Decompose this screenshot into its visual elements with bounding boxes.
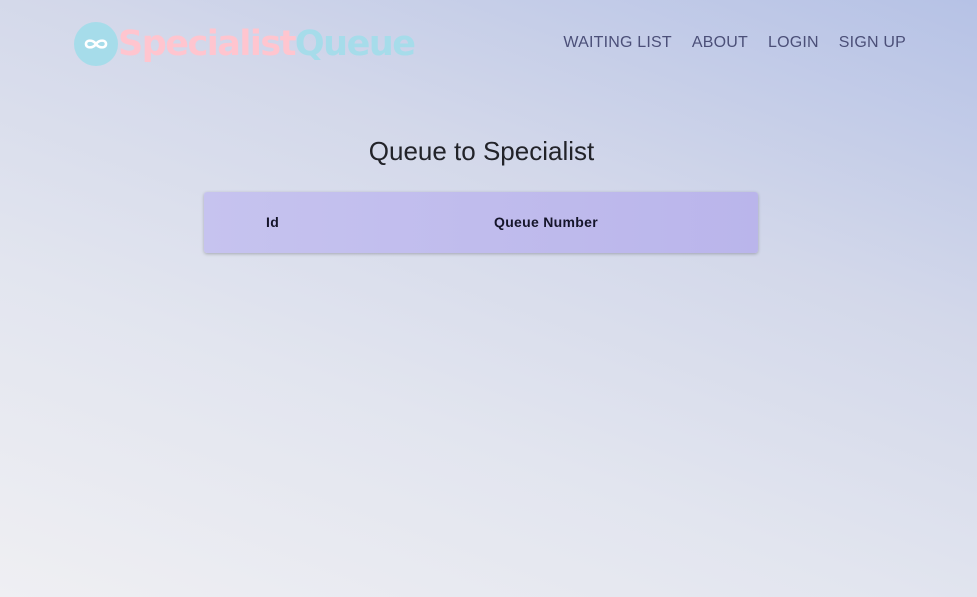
brand-name-specialist: Specialist xyxy=(118,24,296,64)
navbar: SpecialistQueue WAITING LIST ABOUT LOGIN… xyxy=(0,0,977,88)
page-title: Queue to Specialist xyxy=(368,136,595,166)
brand-name-queue: Queue xyxy=(294,24,416,64)
nav-links: WAITING LIST ABOUT LOGIN SIGN UP xyxy=(563,34,906,52)
column-header-id[interactable]: Id xyxy=(266,214,279,230)
brand-logo-link[interactable]: SpecialistQueue xyxy=(74,22,416,66)
column-header-queue-number[interactable]: Queue Number xyxy=(494,214,598,230)
logo-badge xyxy=(74,22,118,66)
infinity-icon xyxy=(84,39,108,49)
nav-sign-up[interactable]: SIGN UP xyxy=(839,34,906,52)
brand-name: SpecialistQueue xyxy=(118,22,416,66)
nav-login[interactable]: LOGIN xyxy=(768,34,819,52)
queue-table: Id Queue Number xyxy=(204,192,758,253)
nav-waiting-list[interactable]: WAITING LIST xyxy=(563,34,671,52)
nav-about[interactable]: ABOUT xyxy=(692,34,748,52)
